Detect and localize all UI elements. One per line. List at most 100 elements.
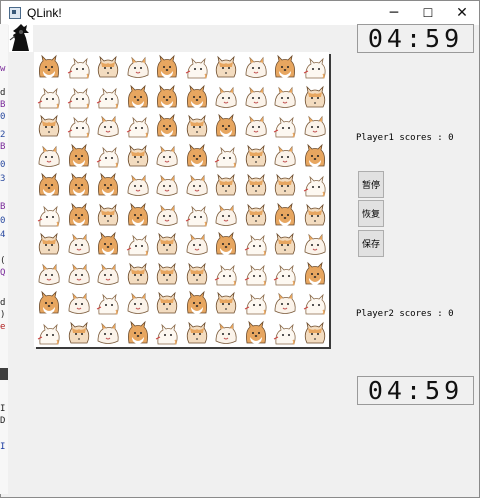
- shiba-tile[interactable]: [242, 201, 270, 229]
- shiba-tile[interactable]: [212, 171, 240, 199]
- shiba-tile[interactable]: [35, 112, 63, 140]
- shiba-tile[interactable]: [242, 53, 270, 81]
- shiba-tile[interactable]: [183, 289, 211, 317]
- shiba-tile[interactable]: [35, 319, 63, 347]
- shiba-tile[interactable]: [183, 53, 211, 81]
- shiba-tile[interactable]: [183, 230, 211, 258]
- shiba-tile[interactable]: [242, 230, 270, 258]
- shiba-tile[interactable]: [65, 201, 93, 229]
- shiba-tile[interactable]: [124, 201, 152, 229]
- shiba-tile[interactable]: [242, 171, 270, 199]
- shiba-tile[interactable]: [271, 260, 299, 288]
- shiba-tile[interactable]: [35, 53, 63, 81]
- shiba-tile[interactable]: [124, 260, 152, 288]
- shiba-tile[interactable]: [94, 319, 122, 347]
- shiba-tile[interactable]: [183, 112, 211, 140]
- shiba-tile[interactable]: [301, 201, 329, 229]
- shiba-tile[interactable]: [271, 201, 299, 229]
- shiba-tile[interactable]: [94, 142, 122, 170]
- shiba-tile[interactable]: [212, 83, 240, 111]
- shiba-tile[interactable]: [124, 112, 152, 140]
- shiba-tile[interactable]: [242, 319, 270, 347]
- shiba-tile[interactable]: [153, 53, 181, 81]
- minimize-button[interactable]: ─: [377, 1, 411, 25]
- shiba-tile[interactable]: [301, 83, 329, 111]
- shiba-tile[interactable]: [183, 201, 211, 229]
- shiba-tile[interactable]: [242, 142, 270, 170]
- shiba-tile[interactable]: [153, 112, 181, 140]
- save-button[interactable]: 保存: [358, 230, 384, 257]
- shiba-tile[interactable]: [212, 319, 240, 347]
- shiba-tile[interactable]: [94, 260, 122, 288]
- shiba-tile[interactable]: [153, 319, 181, 347]
- shiba-tile[interactable]: [271, 171, 299, 199]
- shiba-tile[interactable]: [124, 142, 152, 170]
- shiba-tile[interactable]: [124, 230, 152, 258]
- shiba-tile[interactable]: [65, 171, 93, 199]
- shiba-tile[interactable]: [212, 142, 240, 170]
- game-board[interactable]: [34, 52, 329, 347]
- shiba-tile[interactable]: [124, 289, 152, 317]
- shiba-tile[interactable]: [153, 83, 181, 111]
- shiba-tile[interactable]: [301, 112, 329, 140]
- shiba-tile[interactable]: [94, 53, 122, 81]
- shiba-tile[interactable]: [242, 112, 270, 140]
- shiba-tile[interactable]: [35, 142, 63, 170]
- shiba-tile[interactable]: [94, 289, 122, 317]
- pause-button[interactable]: 暂停: [358, 171, 384, 198]
- shiba-tile[interactable]: [301, 319, 329, 347]
- shiba-tile[interactable]: [212, 112, 240, 140]
- shiba-tile[interactable]: [153, 289, 181, 317]
- shiba-tile[interactable]: [35, 83, 63, 111]
- shiba-tile[interactable]: [271, 319, 299, 347]
- shiba-tile[interactable]: [212, 53, 240, 81]
- title-bar[interactable]: QLink! ─ ☐ ✕: [1, 1, 479, 25]
- shiba-tile[interactable]: [183, 171, 211, 199]
- shiba-tile[interactable]: [94, 83, 122, 111]
- shiba-tile[interactable]: [301, 53, 329, 81]
- shiba-tile[interactable]: [35, 171, 63, 199]
- shiba-tile[interactable]: [153, 230, 181, 258]
- shiba-tile[interactable]: [35, 289, 63, 317]
- shiba-tile[interactable]: [212, 260, 240, 288]
- resume-button[interactable]: 恢复: [358, 200, 384, 227]
- shiba-tile[interactable]: [65, 260, 93, 288]
- shiba-tile[interactable]: [94, 112, 122, 140]
- shiba-tile[interactable]: [212, 230, 240, 258]
- shiba-tile[interactable]: [301, 171, 329, 199]
- shiba-tile[interactable]: [65, 112, 93, 140]
- shiba-tile[interactable]: [124, 83, 152, 111]
- shiba-tile[interactable]: [242, 83, 270, 111]
- shiba-tile[interactable]: [271, 112, 299, 140]
- shiba-tile[interactable]: [212, 201, 240, 229]
- shiba-tile[interactable]: [242, 289, 270, 317]
- shiba-tile[interactable]: [124, 171, 152, 199]
- shiba-tile[interactable]: [153, 201, 181, 229]
- shiba-tile[interactable]: [153, 171, 181, 199]
- shiba-tile[interactable]: [35, 260, 63, 288]
- shiba-tile[interactable]: [35, 230, 63, 258]
- shiba-tile[interactable]: [183, 260, 211, 288]
- shiba-tile[interactable]: [271, 230, 299, 258]
- shiba-tile[interactable]: [183, 83, 211, 111]
- shiba-tile[interactable]: [212, 289, 240, 317]
- shiba-tile[interactable]: [183, 142, 211, 170]
- shiba-tile[interactable]: [153, 260, 181, 288]
- shiba-tile[interactable]: [301, 142, 329, 170]
- shiba-tile[interactable]: [271, 53, 299, 81]
- shiba-tile[interactable]: [65, 83, 93, 111]
- shiba-tile[interactable]: [271, 289, 299, 317]
- shiba-tile[interactable]: [65, 319, 93, 347]
- maximize-button[interactable]: ☐: [411, 1, 445, 25]
- shiba-tile[interactable]: [301, 230, 329, 258]
- shiba-tile[interactable]: [153, 142, 181, 170]
- shiba-tile[interactable]: [65, 53, 93, 81]
- shiba-tile[interactable]: [301, 260, 329, 288]
- shiba-tile[interactable]: [124, 319, 152, 347]
- shiba-tile[interactable]: [124, 53, 152, 81]
- shiba-tile[interactable]: [271, 83, 299, 111]
- shiba-tile[interactable]: [271, 142, 299, 170]
- shiba-tile[interactable]: [65, 142, 93, 170]
- shiba-tile[interactable]: [183, 319, 211, 347]
- shiba-tile[interactable]: [94, 171, 122, 199]
